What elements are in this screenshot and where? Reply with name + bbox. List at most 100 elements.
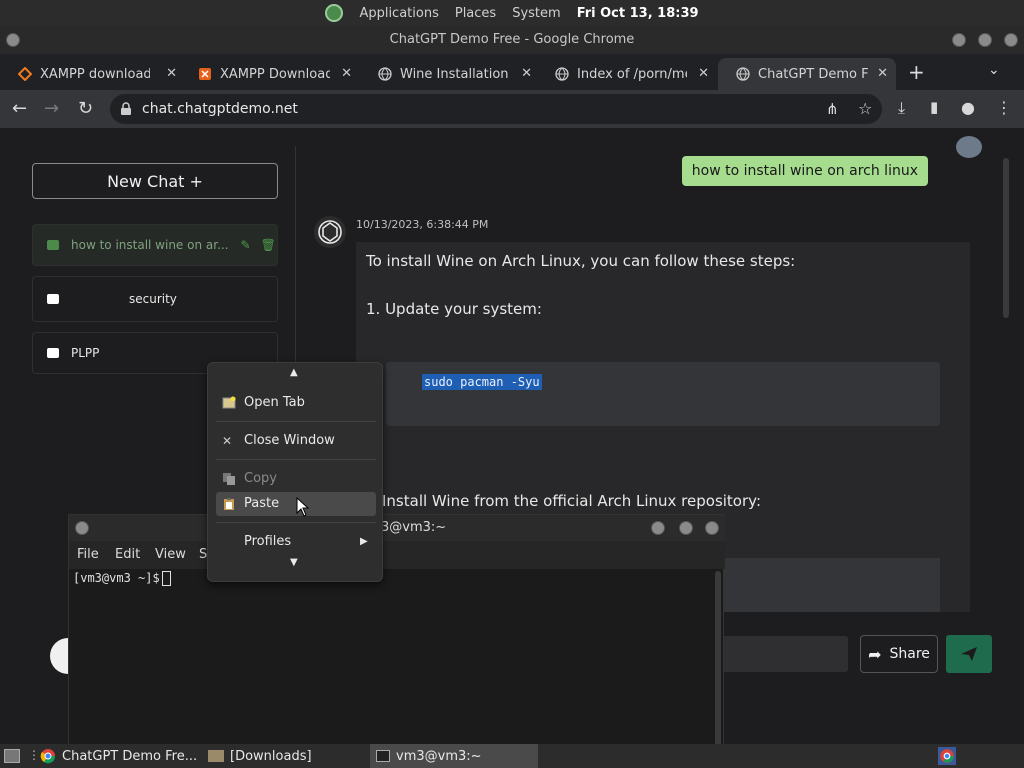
chat-scrollbar[interactable] [1003, 158, 1009, 318]
tab-search-chevron-icon[interactable]: ⌄ [988, 62, 1000, 78]
back-arrow-icon[interactable]: ← [12, 98, 27, 119]
tab-wine-installation[interactable]: Wine Installation a ✕ [360, 58, 540, 90]
minimize-button[interactable] [952, 33, 966, 47]
new-tab-plus-icon[interactable]: + [908, 60, 925, 84]
folder-icon [208, 750, 224, 762]
terminal-menubar: File Edit View S [69, 541, 725, 569]
code-line[interactable]: sudo pacman -Syu [422, 374, 542, 390]
tab-label: ChatGPT Demo Fre [758, 66, 868, 82]
maximize-button[interactable] [978, 33, 992, 47]
conversation-item-active[interactable]: how to install wine on ar... ✎ 🗑 [32, 224, 278, 266]
terminal-title: 3@vm3:~ [381, 520, 447, 535]
address-bar[interactable]: chat.chatgptdemo.net ⋔ ☆ [110, 94, 882, 124]
menu-item-label: Profiles [244, 534, 292, 549]
tab-chatgpt-demo[interactable]: ChatGPT Demo Fre ✕ [718, 58, 896, 90]
edit-pencil-icon[interactable]: ✎ [241, 238, 251, 252]
side-panel-icon[interactable]: ▮ [930, 98, 938, 116]
chrome-icon [40, 749, 56, 764]
text-cursor [161, 571, 171, 586]
terminal-scrollbar[interactable] [715, 571, 721, 747]
window-menu-button[interactable] [6, 33, 20, 47]
close-tab-icon[interactable]: ✕ [166, 66, 177, 81]
conversation-item-security[interactable]: security [32, 276, 278, 322]
chat-bubble-icon [47, 240, 59, 250]
message-timestamp: 10/13/2023, 6:38:44 PM [356, 218, 489, 231]
system-menu[interactable]: System [512, 6, 560, 21]
lock-icon[interactable] [120, 102, 132, 116]
terminal-prompt[interactable]: [vm3@vm3 ~]$ [73, 571, 171, 586]
browser-toolbar: ← → ↻ chat.chatgptdemo.net ⋔ ☆ ⤓ ▮ ● ⋮ [0, 90, 1024, 128]
menu-item-label: Paste [244, 496, 280, 511]
terminal-icon [376, 750, 390, 762]
close-tab-icon[interactable]: ✕ [698, 66, 709, 81]
applications-menu[interactable]: Applications [359, 6, 438, 21]
prompt-text: [vm3@vm3 ~]$ [73, 571, 160, 585]
chat-bubble-icon [47, 294, 59, 304]
tab-label: XAMPP download | [40, 66, 150, 82]
tab-strip: XAMPP download | ✕ XAMPP Download ✕ Wine… [0, 54, 1024, 90]
menu-separator [216, 421, 376, 422]
submenu-arrow-icon: ▶ [360, 536, 368, 547]
show-desktop-icon[interactable] [4, 749, 20, 763]
mouse-pointer-icon [296, 497, 310, 517]
chrome-tray-icon[interactable] [938, 747, 956, 765]
maximize-button[interactable] [679, 521, 693, 535]
menu-item-profiles[interactable]: Profiles ▶ [216, 530, 376, 554]
answer-intro: To install Wine on Arch Linux, you can f… [366, 252, 796, 270]
menu-item-open-tab[interactable]: Open Tab [216, 391, 376, 415]
profile-avatar-icon[interactable]: ● [961, 98, 975, 117]
close-tab-icon[interactable]: ✕ [877, 66, 888, 81]
close-tab-icon[interactable]: ✕ [341, 66, 352, 81]
trash-icon[interactable]: 🗑 [261, 238, 276, 252]
tab-label: Wine Installation a [400, 66, 510, 82]
share-page-icon[interactable]: ⋔ [826, 94, 839, 124]
menu-edit[interactable]: Edit [115, 547, 140, 562]
globe-icon [378, 67, 392, 81]
globe-icon [555, 67, 569, 81]
task-label: vm3@vm3:~ [396, 748, 482, 764]
menu-file[interactable]: File [77, 547, 99, 562]
bottom-taskbar: ⋮ ChatGPT Demo Fre... [Downloads] vm3@vm… [0, 744, 1024, 768]
tab-xampp-download-2[interactable]: XAMPP Download ✕ [180, 58, 360, 90]
share-button[interactable]: ➦ Share [860, 635, 938, 673]
scroll-up-arrow-icon[interactable]: ▲ [290, 367, 298, 378]
kebab-menu-icon[interactable]: ⋮ [996, 98, 1012, 117]
download-icon[interactable]: ⤓ [898, 98, 905, 118]
assistant-avatar [314, 216, 346, 248]
conversation-label: security [129, 292, 177, 306]
scroll-down-arrow-icon[interactable]: ▼ [290, 557, 298, 568]
task-label: [Downloads] [230, 748, 312, 764]
window-title: ChatGPT Demo Free - Google Chrome [389, 32, 635, 47]
menu-view[interactable]: View [155, 547, 186, 562]
reload-icon[interactable]: ↻ [78, 98, 93, 119]
chat-bubble-icon [47, 348, 59, 358]
close-window-button[interactable] [1004, 33, 1018, 47]
menu-item-close-window[interactable]: ✕ Close Window [216, 429, 376, 453]
menu-item-label: Open Tab [244, 395, 305, 410]
gnome-foot-icon[interactable] [325, 4, 344, 22]
clock[interactable]: Fri Oct 13, 18:39 [577, 6, 699, 21]
globe-icon [736, 67, 750, 81]
conversation-label: how to install wine on ar... [71, 238, 229, 252]
send-button[interactable] [946, 635, 992, 673]
tab-label: Index of /porn/med [577, 66, 687, 82]
new-chat-button[interactable]: New Chat + [32, 163, 278, 199]
close-tab-icon[interactable]: ✕ [521, 66, 532, 81]
task-downloads[interactable]: [Downloads] [202, 744, 318, 768]
answer-step-1: 1. Update your system: [366, 300, 542, 318]
task-terminal[interactable]: vm3@vm3:~ [370, 744, 538, 768]
minimize-button[interactable] [651, 521, 665, 535]
task-chrome[interactable]: ChatGPT Demo Fre... [34, 744, 203, 768]
user-message: how to install wine on arch linux [681, 156, 928, 186]
tab-index-of[interactable]: Index of /porn/med ✕ [537, 58, 717, 90]
window-menu-button[interactable] [75, 521, 89, 535]
tab-xampp-download-1[interactable]: XAMPP download | ✕ [0, 58, 185, 90]
forward-arrow-icon[interactable]: → [44, 98, 59, 119]
close-window-button[interactable] [705, 521, 719, 535]
share-arrow-icon: ➦ [868, 644, 882, 664]
places-menu[interactable]: Places [455, 6, 496, 21]
menu-item-copy[interactable]: Copy [216, 467, 376, 491]
terminal-window: 3@vm3:~ File Edit View S [vm3@vm3 ~]$ [68, 514, 725, 748]
bookmark-star-icon[interactable]: ☆ [858, 94, 872, 124]
url-text: chat.chatgptdemo.net [142, 101, 298, 117]
